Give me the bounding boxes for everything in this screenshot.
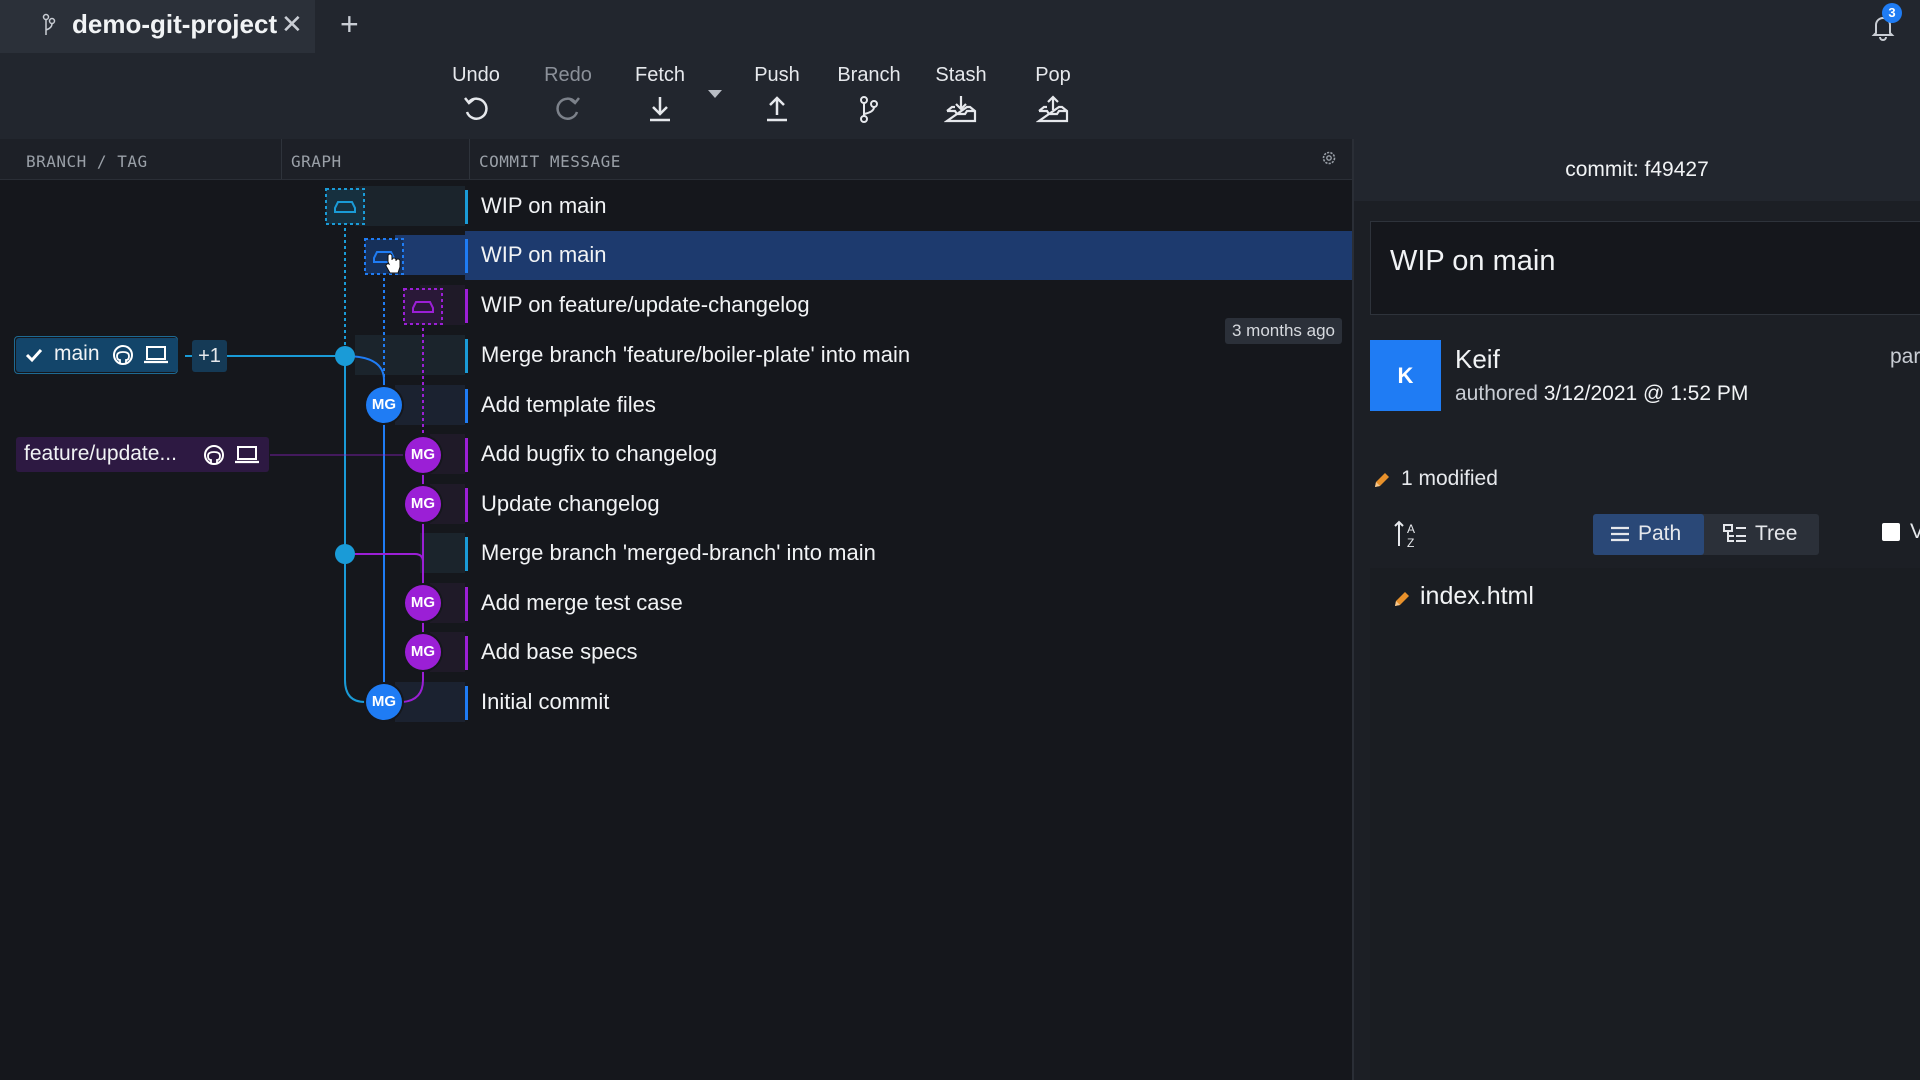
branch-label: Branch — [837, 64, 901, 86]
stash-label: Stash — [935, 64, 987, 86]
commit-avatar[interactable]: MG — [405, 585, 441, 621]
commit-message: Add bugfix to changelog — [481, 441, 718, 466]
commit-message: WIP on main — [481, 242, 607, 267]
push-icon — [767, 96, 787, 122]
commit-avatar[interactable]: MG — [405, 486, 441, 522]
commit-avatar[interactable]: MG — [366, 684, 402, 720]
stash-node-icon — [325, 188, 365, 225]
redo-label: Redo — [544, 64, 592, 86]
stash-node-icon — [403, 288, 443, 325]
authored-line: authored 3/12/2021 @ 1:52 PM — [1455, 382, 1748, 406]
commit-avatar[interactable]: MG — [405, 437, 441, 473]
push-label: Push — [754, 64, 800, 86]
svg-text:A: A — [1407, 522, 1415, 536]
parent-label[interactable]: par — [1890, 345, 1920, 369]
branch-icon — [860, 96, 878, 123]
pencil-icon — [1395, 592, 1409, 606]
fetch-dropdown-icon[interactable] — [708, 90, 722, 98]
tree-icon[interactable] — [1722, 523, 1748, 545]
pop-icon — [1036, 95, 1069, 123]
commit-message: WIP on feature/update-changelog — [481, 292, 810, 317]
main-branch-label[interactable]: main — [16, 338, 178, 372]
changed-files-panel — [1370, 568, 1920, 1080]
gear-icon[interactable] — [1320, 149, 1338, 167]
github-icon — [113, 345, 133, 365]
notification-count-badge: 3 — [1882, 3, 1902, 23]
list-icon — [1611, 526, 1629, 542]
checkmark-icon — [25, 348, 43, 363]
changed-file-item[interactable]: index.html — [1420, 582, 1534, 611]
commit-message: Add base specs — [481, 639, 638, 664]
push-button[interactable]: Push — [737, 64, 817, 125]
pop-label: Pop — [1035, 64, 1071, 86]
stash-button[interactable]: Stash — [921, 64, 1001, 125]
commit-avatar[interactable]: MG — [366, 387, 402, 423]
commit-message: Add template files — [481, 392, 656, 417]
commit-message-column-header[interactable]: COMMIT MESSAGE — [479, 152, 621, 171]
pencil-icon — [1375, 473, 1389, 487]
feature-branch-label[interactable]: feature/update... — [16, 437, 269, 472]
commit-summary: WIP on main — [1390, 245, 1556, 277]
merge-node — [335, 346, 355, 366]
redo-icon — [556, 97, 580, 120]
github-icon — [204, 445, 224, 465]
redo-button[interactable]: Redo — [528, 64, 608, 125]
branch-button[interactable]: Branch — [829, 64, 909, 125]
relative-time-badge: 3 months ago — [1225, 318, 1343, 344]
authored-prefix: authored — [1455, 382, 1538, 405]
authored-date: 3/12/2021 @ 1:52 PM — [1543, 382, 1749, 405]
author-name: Keif — [1455, 344, 1500, 374]
stash-icon — [944, 96, 977, 123]
svg-text:Z: Z — [1407, 536, 1414, 550]
merge-node — [335, 544, 355, 564]
feature-branch-name: feature/update... — [24, 442, 177, 465]
main-branch-name: main — [54, 342, 100, 365]
commit-avatar[interactable]: MG — [405, 634, 441, 670]
pop-button[interactable]: Pop — [1013, 64, 1093, 125]
fetch-button[interactable]: Fetch — [620, 64, 700, 125]
commit-message: Merge branch 'merged-branch' into main — [481, 540, 876, 565]
laptop-icon — [235, 446, 259, 464]
view-all-label[interactable]: V — [1910, 520, 1920, 544]
laptop-icon — [144, 346, 168, 364]
view-all-checkbox[interactable] — [1882, 523, 1900, 541]
fetch-label: Fetch — [634, 64, 686, 86]
sort-az-icon[interactable]: A Z — [1392, 518, 1420, 552]
fetch-icon — [650, 97, 670, 122]
tree-view-button[interactable]: Tree — [1755, 522, 1797, 546]
additional-refs-badge[interactable]: +1 — [192, 340, 227, 372]
commit-message: Update changelog — [481, 491, 660, 516]
author-avatar: K — [1370, 340, 1441, 411]
path-view-label: Path — [1638, 522, 1682, 545]
commit-message: WIP on main — [481, 193, 607, 218]
commit-message: Add merge test case — [481, 590, 683, 615]
commit-sha[interactable]: commit: f49427 — [1354, 158, 1920, 182]
commit-message: Initial commit — [481, 689, 610, 714]
commit-message: Merge branch 'feature/boiler-plate' into… — [481, 342, 911, 367]
modified-count: 1 modified — [1401, 467, 1498, 490]
